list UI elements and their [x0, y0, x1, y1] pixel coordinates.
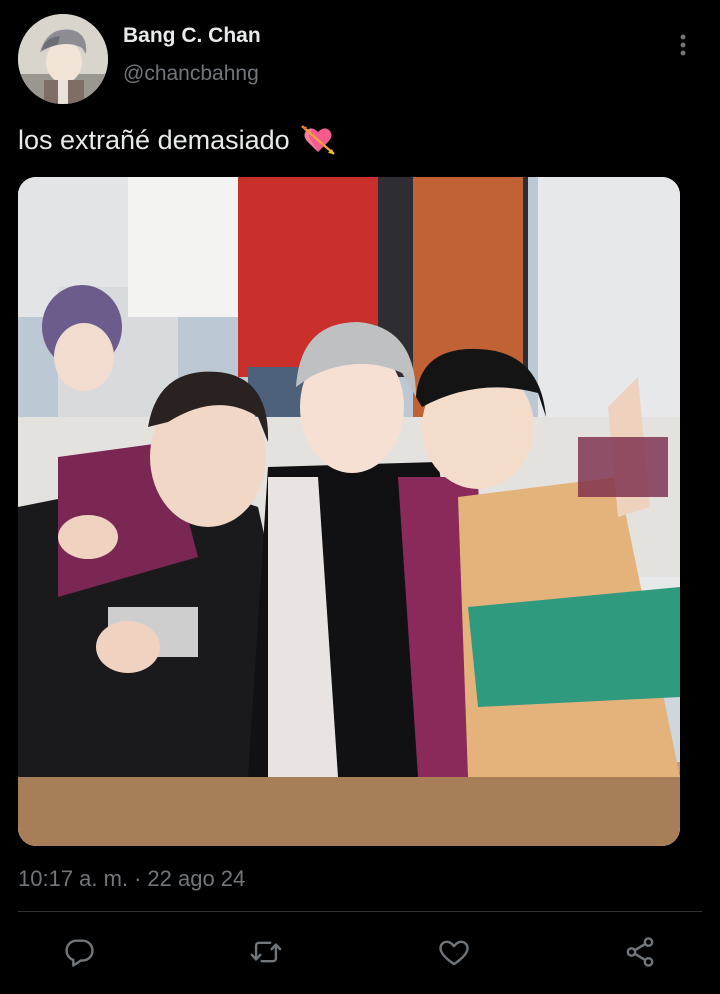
share-icon — [626, 937, 654, 967]
like-button[interactable] — [434, 932, 474, 972]
reply-button[interactable] — [59, 932, 99, 972]
photo-image — [18, 177, 680, 846]
tweet-time: 10:17 a. m. — [18, 866, 129, 891]
tweet-text-content: los extrañé demasiado — [18, 124, 290, 155]
more-options-button[interactable] — [670, 30, 696, 60]
share-button[interactable] — [620, 932, 660, 972]
tweet-text: los extrañé demasiado — [18, 122, 336, 158]
tweet-date: 22 ago 24 — [147, 866, 246, 891]
tweet-timestamp[interactable]: 10:17 a. m. · 22 ago 24 — [18, 866, 245, 892]
heart-with-arrow-emoji — [300, 125, 335, 155]
heart-icon — [439, 940, 469, 966]
retweet-button[interactable] — [246, 932, 286, 972]
reply-icon — [65, 939, 94, 967]
avatar[interactable] — [18, 14, 108, 104]
more-vertical-icon — [680, 34, 686, 56]
timestamp-separator: · — [134, 866, 142, 891]
retweet-icon — [250, 941, 282, 963]
tweet-photo[interactable] — [18, 177, 680, 846]
author-display-name[interactable]: Bang C. Chan — [123, 24, 261, 48]
divider — [18, 911, 702, 912]
avatar-image — [18, 14, 108, 104]
tweet-container: Bang C. Chan @chancbahng los extrañé dem… — [0, 0, 720, 994]
author-handle[interactable]: @chancbahng — [123, 62, 259, 86]
